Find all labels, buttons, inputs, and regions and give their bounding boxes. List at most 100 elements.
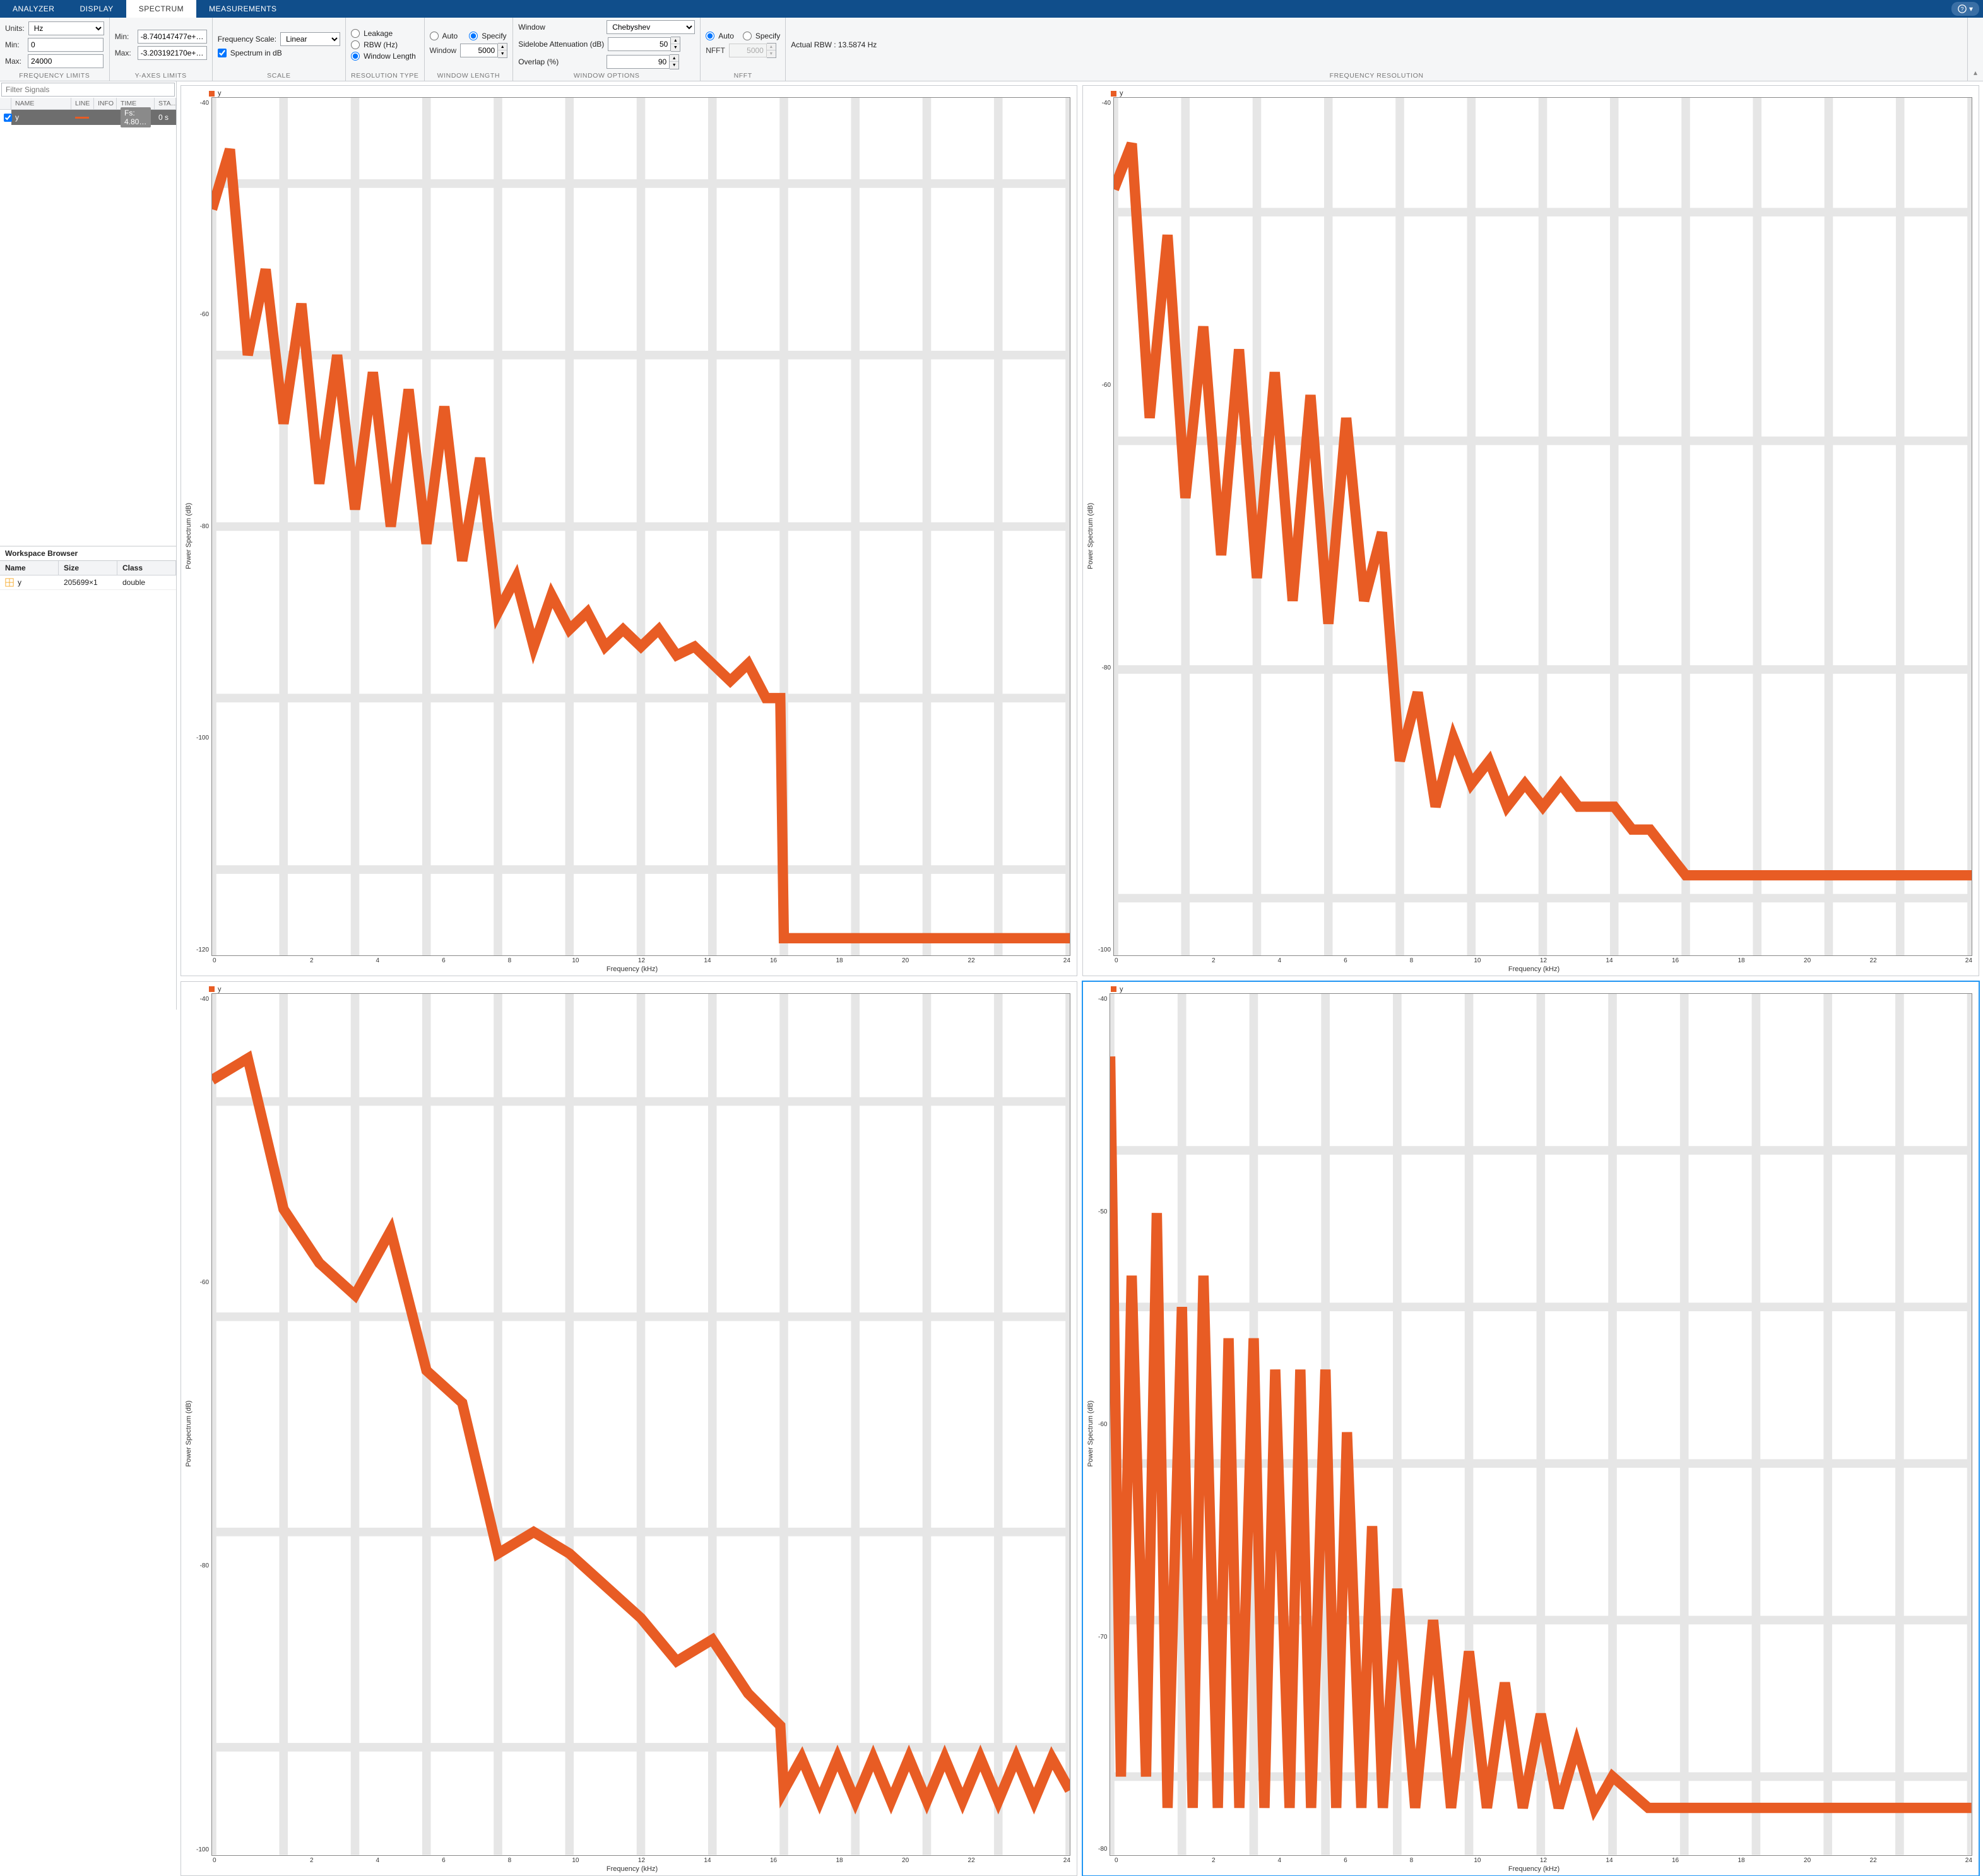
legend-swatch-icon — [209, 986, 215, 992]
plot-2[interactable]: y Power Spectrum (dB) -40-60-80-100 0246… — [1082, 85, 1979, 976]
sidelobe-input[interactable] — [608, 37, 671, 51]
group-frequency-limits: Units: Hz Min: Max: FREQUENCY LIMITS — [0, 18, 110, 81]
plot-axes[interactable] — [211, 993, 1070, 1856]
y-max-label: Max: — [115, 49, 134, 57]
legend-label: y — [1120, 986, 1123, 993]
nfft-specify-radio[interactable] — [743, 32, 752, 40]
y-axis-label: Power Spectrum (dB) — [1086, 97, 1096, 974]
side-panel: NAME LINE INFO TIME STA… y Fs: 4.80… 0 s… — [0, 81, 177, 1010]
ws-name: y — [18, 578, 21, 587]
dropdown-caret-icon: ▾ — [1969, 4, 1973, 13]
y-max-input[interactable] — [138, 46, 207, 60]
wl-auto-label: Auto — [442, 32, 458, 40]
workspace-row[interactable]: y 205699×1 double — [0, 575, 176, 590]
window-length-label: Window Length — [364, 52, 416, 61]
help-icon: ? — [1958, 4, 1967, 13]
plot-axes[interactable] — [211, 97, 1070, 956]
variable-icon — [5, 578, 14, 587]
window-label: Window — [430, 46, 457, 55]
nfft-specify-label: Specify — [755, 32, 780, 40]
window-length-radio[interactable] — [351, 52, 360, 61]
legend-label: y — [1120, 90, 1123, 97]
col-star[interactable]: STA… — [155, 98, 176, 109]
actual-rbw-label: Actual RBW : 13.5874 Hz — [791, 40, 1962, 49]
window-spin-down[interactable]: ▼ — [498, 50, 507, 57]
col-line[interactable]: LINE — [71, 98, 94, 109]
tab-display[interactable]: DISPLAY — [67, 0, 126, 18]
svg-text:?: ? — [1961, 6, 1964, 13]
units-select[interactable]: Hz — [28, 21, 104, 35]
x-axis-label: Frequency (kHz) — [1096, 1864, 1972, 1874]
overlap-input[interactable] — [607, 55, 670, 69]
tab-measurements[interactable]: MEASUREMENTS — [196, 0, 289, 18]
x-axis-label: Frequency (kHz) — [194, 964, 1070, 974]
y-ticks: -40-60-80-100 — [1096, 97, 1113, 956]
group-yaxes-limits: Min: Max: Y-AXES LIMITS — [110, 18, 213, 81]
plot-1[interactable]: y Power Spectrum (dB) -40-60-80-100-120 … — [181, 85, 1077, 976]
nfft-input — [729, 44, 767, 57]
group-resolution-type: Leakage RBW (Hz) Window Length RESOLUTIO… — [346, 18, 424, 81]
wopt-window-select[interactable]: Chebyshev — [607, 20, 695, 34]
wopt-window-label: Window — [518, 23, 603, 32]
nfft-auto-label: Auto — [718, 32, 734, 40]
y-axis-label: Power Spectrum (dB) — [184, 97, 194, 974]
group-title-yaxes: Y-AXES LIMITS — [115, 69, 207, 80]
filter-box — [1, 83, 175, 97]
help-button[interactable]: ? ▾ — [1951, 2, 1979, 16]
freq-scale-select[interactable]: Linear — [280, 32, 340, 46]
freq-scale-label: Frequency Scale: — [218, 35, 276, 44]
group-title-scale: SCALE — [218, 69, 340, 80]
x-axis-label: Frequency (kHz) — [194, 1864, 1070, 1874]
group-title-window-length: WINDOW LENGTH — [430, 69, 508, 80]
legend: y — [184, 986, 1070, 993]
rbw-label: RBW (Hz) — [364, 40, 398, 49]
y-ticks: -40-50-60-70-80 — [1096, 993, 1110, 1856]
wl-auto-radio[interactable] — [430, 32, 439, 40]
leakage-radio[interactable] — [351, 29, 360, 38]
plot-axes[interactable] — [1110, 993, 1972, 1856]
group-window-options: Window Chebyshev Sidelobe Attenuation (d… — [513, 18, 701, 81]
toolstrip-collapse-icon[interactable]: ▴ — [1968, 18, 1983, 81]
ws-col-size[interactable]: Size — [59, 561, 117, 575]
workspace-header: Name Size Class — [0, 561, 176, 575]
legend-swatch-icon — [1111, 91, 1116, 97]
rbw-radio[interactable] — [351, 40, 360, 49]
group-scale: Frequency Scale: Linear Spectrum in dB S… — [213, 18, 346, 81]
y-min-label: Min: — [115, 32, 134, 41]
window-value-input[interactable] — [460, 44, 498, 57]
nfft-auto-radio[interactable] — [706, 32, 714, 40]
y-axis-label: Power Spectrum (dB) — [1086, 993, 1096, 1874]
group-title-freq-res: FREQUENCY RESOLUTION — [791, 69, 1962, 80]
plot-3[interactable]: y Power Spectrum (dB) -40-60-80-100 0246… — [181, 981, 1077, 1876]
freq-min-input[interactable] — [28, 38, 104, 52]
tab-analyzer[interactable]: ANALYZER — [0, 0, 67, 18]
wl-specify-radio[interactable] — [469, 32, 478, 40]
tab-spectrum[interactable]: SPECTRUM — [126, 0, 196, 18]
nfft-spin-up: ▲ — [767, 44, 776, 50]
signal-row[interactable]: y Fs: 4.80… 0 s — [0, 110, 176, 125]
leakage-label: Leakage — [364, 29, 393, 38]
sidelobe-spin-up[interactable]: ▲ — [671, 37, 680, 44]
plot-axes[interactable] — [1113, 97, 1972, 956]
plot-4[interactable]: y Power Spectrum (dB) -40-50-60-70-80 02… — [1082, 981, 1979, 1876]
y-min-input[interactable] — [138, 30, 207, 44]
wl-specify-label: Specify — [482, 32, 506, 40]
signal-start: 0 s — [155, 110, 176, 125]
ws-col-name[interactable]: Name — [0, 561, 59, 575]
ws-class: double — [117, 575, 176, 589]
toolstrip: Units: Hz Min: Max: FREQUENCY LIMITS Min… — [0, 18, 1983, 81]
col-info[interactable]: INFO — [94, 98, 117, 109]
overlap-spin-down[interactable]: ▼ — [670, 62, 678, 69]
ws-col-class[interactable]: Class — [117, 561, 176, 575]
filter-signals-input[interactable] — [2, 83, 174, 96]
overlap-spin-up[interactable]: ▲ — [670, 55, 678, 62]
group-title-resolution: RESOLUTION TYPE — [351, 69, 418, 80]
freq-max-input[interactable] — [28, 54, 104, 68]
sidelobe-spin-down[interactable]: ▼ — [671, 44, 680, 51]
spectrum-db-checkbox[interactable] — [218, 49, 227, 57]
col-name[interactable]: NAME — [11, 98, 71, 109]
spectrum-db-label: Spectrum in dB — [230, 49, 282, 57]
window-spin-up[interactable]: ▲ — [498, 44, 507, 50]
x-ticks: 024681012141618202224 — [1115, 956, 1972, 964]
units-label: Units: — [5, 24, 25, 33]
